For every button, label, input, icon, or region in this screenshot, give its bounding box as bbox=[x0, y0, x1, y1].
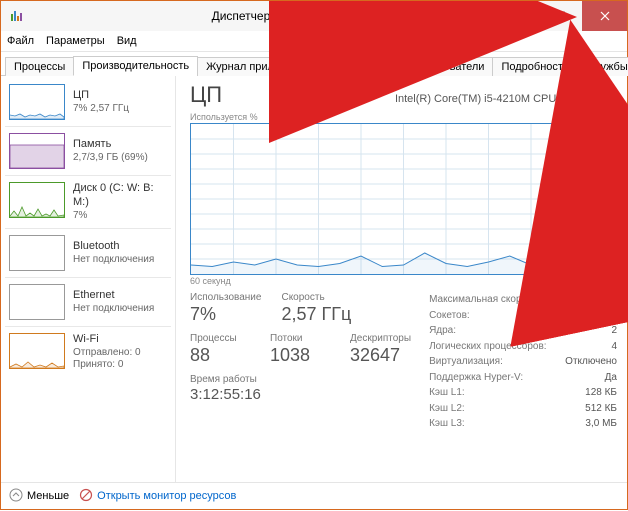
tab-startup[interactable]: Автозагрузка bbox=[320, 57, 405, 76]
app-icon bbox=[9, 8, 25, 24]
window-title: Диспетчер задач bbox=[25, 9, 492, 23]
sidebar-item-memory[interactable]: Память2,7/3,9 ГБ (69%) bbox=[1, 129, 175, 173]
bottom-bar: Меньше Открыть монитор ресурсов bbox=[1, 482, 627, 509]
fewer-details-button[interactable]: Меньше bbox=[9, 488, 69, 505]
processes-value: 88 bbox=[190, 345, 250, 366]
close-button[interactable] bbox=[582, 1, 627, 31]
chart-xright: 0 bbox=[612, 276, 617, 286]
cpu-description: Intel(R) Core(TM) i5-4210M CPU @ 2.60GHz bbox=[395, 93, 617, 105]
sidebar-item-disk[interactable]: Диск 0 (C: W: B: M:)7% bbox=[1, 178, 175, 226]
bluetooth-value: Нет подключения bbox=[73, 254, 167, 267]
sidebar-item-cpu[interactable]: ЦП7% 2,57 ГГц bbox=[1, 80, 175, 124]
chart-ylabel: Используется % bbox=[190, 112, 258, 122]
ethernet-label: Ethernet bbox=[73, 289, 167, 303]
page-title: ЦП bbox=[190, 82, 222, 108]
content-pane: ЦП Intel(R) Core(TM) i5-4210M CPU @ 2.60… bbox=[176, 76, 627, 482]
open-resource-monitor-link[interactable]: Открыть монитор ресурсов bbox=[79, 488, 236, 505]
bluetooth-label: Bluetooth bbox=[73, 240, 167, 254]
titlebar: Диспетчер задач bbox=[1, 1, 627, 31]
tabs: Процессы Производительность Журнал прило… bbox=[1, 52, 627, 76]
tab-app-history[interactable]: Журнал приложений bbox=[197, 57, 321, 76]
handles-value: 32647 bbox=[350, 345, 411, 366]
tab-users[interactable]: Пользователи bbox=[404, 57, 494, 76]
ethernet-value: Нет подключения bbox=[73, 303, 167, 316]
cpu-chart bbox=[190, 123, 617, 275]
sidebar-item-wifi[interactable]: Wi-FiОтправлено: 0 Принято: 0 bbox=[1, 329, 175, 376]
tab-performance[interactable]: Производительность bbox=[73, 56, 198, 76]
memory-label: Память bbox=[73, 138, 167, 152]
uptime-value: 3:12:55:16 bbox=[190, 386, 261, 403]
utilization-value: 7% bbox=[190, 304, 261, 325]
tab-processes[interactable]: Процессы bbox=[5, 57, 74, 76]
sidebar: ЦП7% 2,57 ГГц Память2,7/3,9 ГБ (69%) Дис… bbox=[1, 76, 176, 482]
speed-value: 2,57 ГГц bbox=[281, 304, 351, 325]
cpu-details: Максимальная скорость:2,59 ГГц Сокетов:1… bbox=[429, 292, 617, 432]
threads-label: Потоки bbox=[270, 333, 330, 344]
uptime-label: Время работы bbox=[190, 374, 261, 385]
menu-view[interactable]: Вид bbox=[117, 35, 137, 47]
memory-value: 2,7/3,9 ГБ (69%) bbox=[73, 152, 167, 165]
chart-ymax: 100% bbox=[594, 112, 617, 122]
cpu-label: ЦП bbox=[73, 89, 167, 103]
maximize-button[interactable] bbox=[537, 1, 582, 31]
sidebar-item-ethernet[interactable]: EthernetНет подключения bbox=[1, 280, 175, 324]
menu-options[interactable]: Параметры bbox=[46, 35, 105, 47]
menubar: Файл Параметры Вид bbox=[1, 31, 627, 52]
wifi-value: Отправлено: 0 Принято: 0 bbox=[73, 347, 167, 372]
handles-label: Дескрипторы bbox=[350, 333, 411, 344]
utilization-label: Использование bbox=[190, 292, 261, 303]
minimize-button[interactable] bbox=[492, 1, 537, 31]
speed-label: Скорость bbox=[281, 292, 351, 303]
resource-monitor-icon bbox=[79, 488, 93, 505]
menu-file[interactable]: Файл bbox=[7, 35, 34, 47]
cpu-value: 7% 2,57 ГГц bbox=[73, 103, 167, 116]
chart-xleft: 60 секунд bbox=[190, 276, 231, 286]
disk-value: 7% bbox=[73, 210, 167, 223]
tab-services[interactable]: Службы bbox=[577, 57, 628, 76]
tab-details[interactable]: Подробности bbox=[492, 57, 578, 76]
wifi-label: Wi-Fi bbox=[73, 333, 167, 347]
sidebar-item-bluetooth[interactable]: BluetoothНет подключения bbox=[1, 231, 175, 275]
threads-value: 1038 bbox=[270, 345, 330, 366]
chevron-up-icon bbox=[9, 488, 23, 505]
processes-label: Процессы bbox=[190, 333, 250, 344]
disk-label: Диск 0 (C: W: B: M:) bbox=[73, 182, 167, 210]
